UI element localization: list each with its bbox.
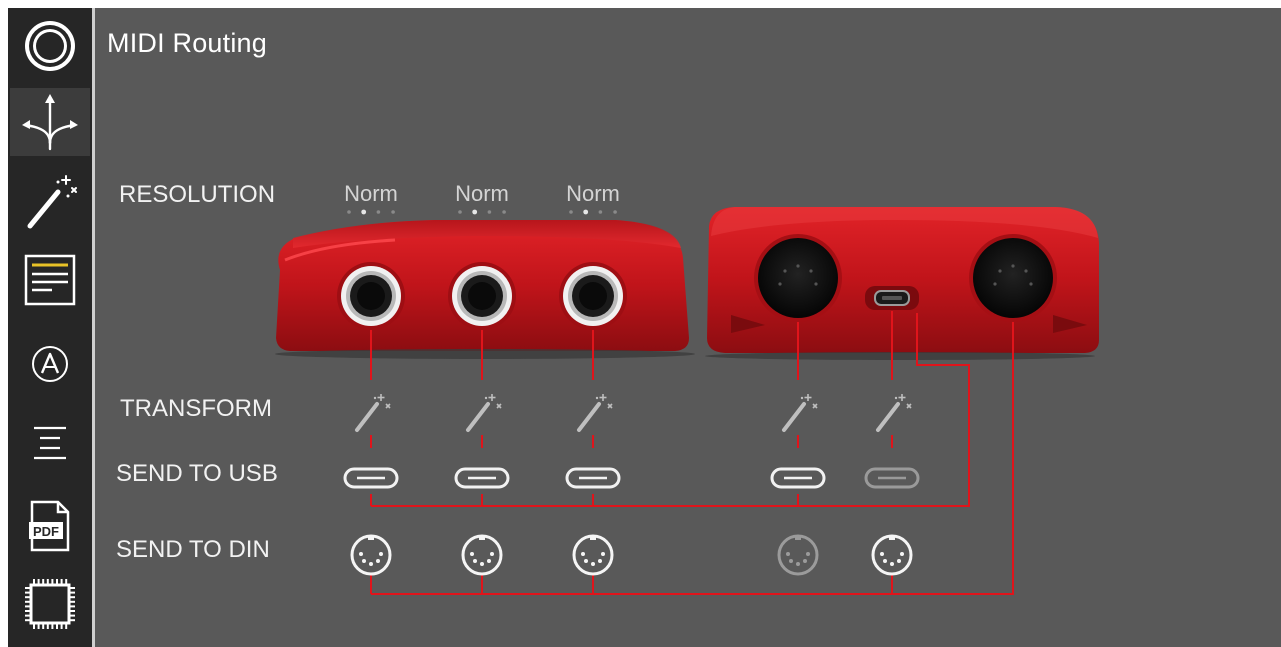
send-to-usb-toggle[interactable]	[454, 467, 510, 489]
sidebar: PDF	[8, 8, 92, 647]
resolution-dot[interactable]	[583, 209, 589, 215]
send-to-din-toggle[interactable]	[777, 534, 819, 576]
jack-port-2	[448, 262, 516, 330]
sidebar-item-record[interactable]	[10, 12, 90, 80]
resolution-dot[interactable]	[361, 209, 367, 215]
label-transform: TRANSFORM	[120, 395, 272, 422]
resolution-dot[interactable]	[487, 210, 492, 214]
resolution-dot[interactable]	[458, 210, 462, 214]
sidebar-item-pdf[interactable]: PDF	[10, 492, 90, 560]
sidebar-item-text-panel[interactable]	[10, 246, 90, 314]
sidebar-item-routing[interactable]	[10, 88, 90, 156]
send-to-din-toggle[interactable]	[350, 534, 392, 576]
send-to-usb-toggle[interactable]	[343, 467, 399, 489]
transform-wand-icon[interactable]	[782, 394, 818, 432]
din-out-port	[969, 234, 1057, 322]
send-to-usb-toggle[interactable]	[864, 467, 920, 489]
label-resolution: RESOLUTION	[119, 181, 276, 208]
pdf-icon: PDF	[29, 500, 70, 552]
routing-canvas: Norm Norm Norm	[275, 181, 1099, 595]
sidebar-item-list[interactable]	[10, 410, 90, 478]
resolution-dot[interactable]	[472, 209, 478, 215]
resolution-dot[interactable]	[391, 210, 395, 214]
send-to-din-toggle[interactable]	[461, 534, 503, 576]
pdf-icon-label: PDF	[33, 524, 59, 539]
label-send-to-din: SEND TO DIN	[116, 536, 270, 563]
list-icon	[34, 426, 66, 460]
resolution-value-2[interactable]: Norm	[455, 181, 509, 206]
text-panel-icon	[24, 254, 76, 306]
send-to-din-toggle[interactable]	[871, 534, 913, 576]
jack-port-3	[559, 262, 627, 330]
sidebar-item-auto[interactable]	[10, 330, 90, 398]
circle-a-icon	[32, 346, 68, 382]
record-icon	[25, 21, 75, 71]
resolution-dot[interactable]	[613, 210, 617, 214]
send-to-usb-toggle[interactable]	[565, 467, 621, 489]
resolution-dot[interactable]	[502, 210, 506, 214]
jack-port-1	[337, 262, 405, 330]
transform-wand-icon[interactable]	[466, 394, 502, 432]
resolution-dot[interactable]	[569, 210, 573, 214]
resolution-dot[interactable]	[347, 210, 351, 214]
routing-arrows-icon	[22, 94, 78, 151]
transform-wand-icon[interactable]	[876, 394, 912, 432]
resolution-dot[interactable]	[376, 210, 381, 214]
chip-icon	[25, 579, 75, 629]
din-in-port	[754, 234, 842, 322]
sidebar-item-transform[interactable]	[10, 166, 90, 234]
label-send-to-usb: SEND TO USB	[116, 460, 278, 487]
transform-wand-icon[interactable]	[577, 394, 613, 432]
resolution-dot[interactable]	[598, 210, 603, 214]
transform-wand-icon[interactable]	[355, 394, 391, 432]
send-to-usb-toggle[interactable]	[770, 467, 826, 489]
usb-port	[865, 286, 919, 310]
resolution-value-3[interactable]: Norm	[566, 181, 620, 206]
send-to-din-toggle[interactable]	[572, 534, 614, 576]
main-panel: MIDI Routing Norm Norm Norm RESOLUTION T…	[95, 8, 1281, 647]
sidebar-item-chip[interactable]	[10, 570, 90, 638]
resolution-value-1[interactable]: Norm	[344, 181, 398, 206]
magic-wand-icon	[27, 175, 77, 229]
